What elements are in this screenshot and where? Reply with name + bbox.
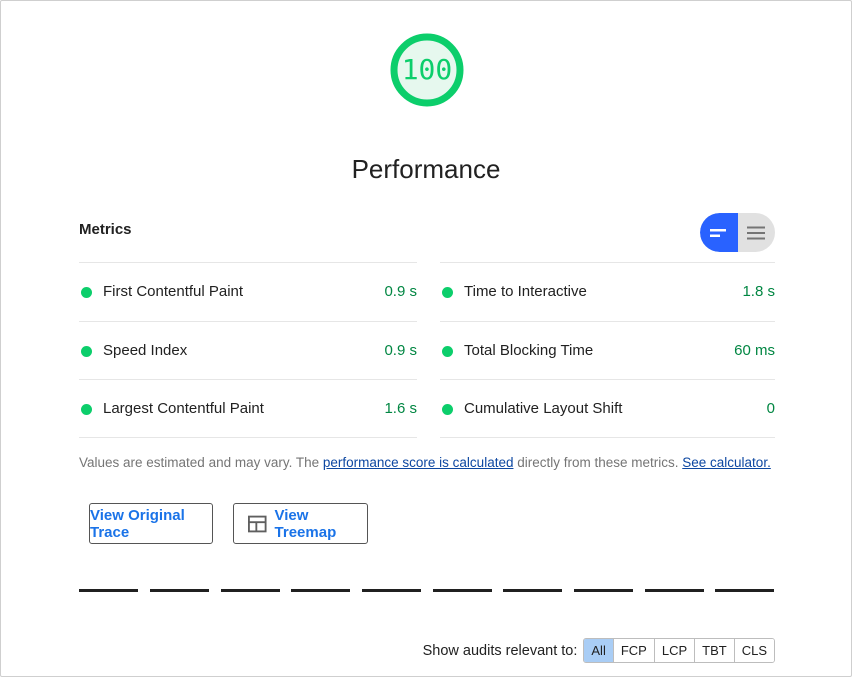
filter-chip-group: All FCP LCP TBT CLS — [583, 638, 775, 663]
filter-chip-all[interactable]: All — [584, 639, 613, 662]
pass-dot-icon — [81, 404, 92, 415]
metric-value: 1.6 s — [384, 400, 417, 417]
filmstrip-placeholder-bar — [150, 589, 209, 592]
filmstrip-placeholder-bar — [433, 589, 492, 592]
expanded-view-button[interactable] — [737, 213, 775, 252]
view-original-trace-label: View Original Trace — [90, 506, 185, 541]
filmstrip-placeholder-bar — [715, 589, 774, 592]
metric-value: 60 ms — [734, 341, 775, 359]
performance-score-gauge: 100 — [389, 32, 465, 108]
filmstrip-placeholder-bar — [503, 589, 562, 592]
pass-dot-icon — [81, 287, 92, 298]
metric-label: Cumulative Layout Shift — [464, 400, 623, 417]
filmstrip-placeholder-bar — [79, 589, 138, 592]
see-calculator-link[interactable]: See calculator. — [682, 455, 771, 470]
compact-view-button[interactable] — [700, 213, 738, 252]
metric-value: 1.8 s — [742, 283, 775, 300]
filmstrip-placeholder-bar — [574, 589, 633, 592]
metric-label: Largest Contentful Paint — [103, 400, 264, 417]
metrics-view-toggle[interactable] — [700, 213, 775, 252]
metric-value: 0.9 s — [384, 283, 417, 300]
category-title: Performance — [351, 154, 501, 184]
metrics-column-right: Time to Interactive 1.8 s Total Blocking… — [440, 262, 775, 438]
metric-speed-index: Speed Index 0.9 s — [79, 320, 417, 380]
disclaimer-middle: directly from these metrics. — [513, 455, 683, 470]
treemap-icon — [248, 515, 267, 532]
metric-largest-contentful-paint: Largest Contentful Paint 1.6 s — [79, 379, 417, 438]
metric-first-contentful-paint: First Contentful Paint 0.9 s — [79, 262, 417, 321]
loading-filmstrip-placeholder — [79, 589, 775, 593]
view-treemap-button[interactable]: View Treemap — [233, 503, 368, 544]
score-calculated-link[interactable]: performance score is calculated — [323, 455, 514, 470]
pass-dot-icon — [442, 404, 453, 415]
filmstrip-placeholder-bar — [221, 589, 280, 592]
filmstrip-placeholder-bar — [291, 589, 350, 592]
metric-value: 0 — [766, 400, 775, 417]
metric-label: Time to Interactive — [464, 283, 587, 300]
disclaimer-prefix: Values are estimated and may vary. The — [79, 455, 323, 470]
filter-label: Show audits relevant to: — [422, 642, 578, 659]
metrics-disclaimer: Values are estimated and may vary. The p… — [79, 455, 771, 470]
metrics-column-left: First Contentful Paint 0.9 s Speed Index… — [79, 262, 417, 438]
filmstrip-placeholder-bar — [645, 589, 704, 592]
filter-chip-fcp[interactable]: FCP — [612, 639, 654, 662]
metrics-title: Metrics — [79, 221, 132, 238]
metric-time-to-interactive: Time to Interactive 1.8 s — [440, 262, 775, 321]
metric-label: Speed Index — [103, 341, 188, 359]
pass-dot-icon — [442, 287, 453, 298]
lines-expanded-icon — [747, 226, 765, 239]
metric-total-blocking-time: Total Blocking Time 60 ms — [440, 320, 775, 380]
pass-dot-icon — [442, 345, 453, 357]
filter-chip-tbt[interactable]: TBT — [694, 639, 734, 662]
filter-chip-lcp[interactable]: LCP — [653, 639, 695, 662]
pass-dot-icon — [81, 345, 92, 357]
score-value: 100 — [401, 53, 453, 86]
filmstrip-placeholder-bar — [362, 589, 421, 592]
metric-cumulative-layout-shift: Cumulative Layout Shift 0 — [440, 379, 775, 438]
lines-compact-icon — [710, 228, 726, 237]
metric-label: Total Blocking Time — [464, 341, 594, 359]
audit-filter: Show audits relevant to: All FCP LCP TBT… — [423, 638, 775, 663]
filter-chip-cls[interactable]: CLS — [733, 639, 774, 662]
metric-label: First Contentful Paint — [103, 283, 244, 300]
view-original-trace-button[interactable]: View Original Trace — [89, 503, 213, 544]
metric-value: 0.9 s — [384, 341, 417, 359]
view-treemap-label: View Treemap — [274, 506, 337, 541]
